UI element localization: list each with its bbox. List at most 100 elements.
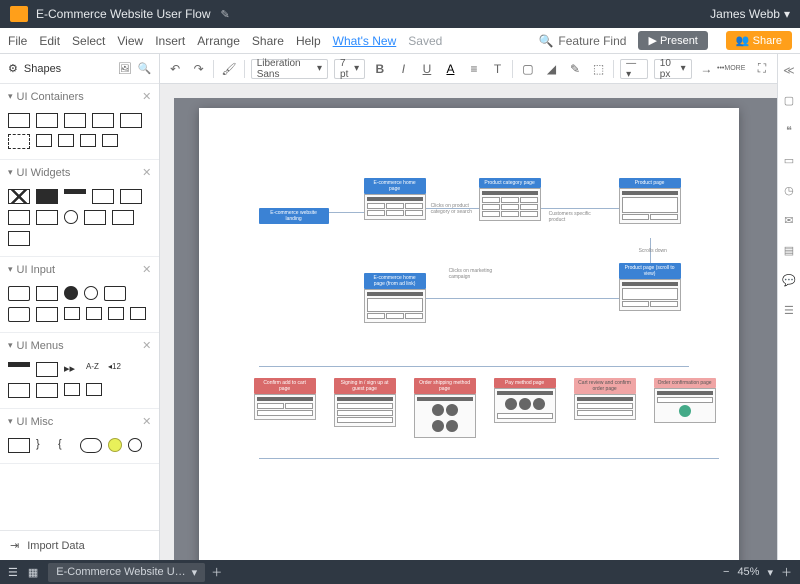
image-icon[interactable]: 🖼 — [118, 62, 132, 75]
shape[interactable] — [86, 307, 102, 320]
wireframe[interactable] — [479, 188, 541, 221]
folder-icon[interactable] — [10, 6, 28, 22]
shape[interactable] — [64, 286, 78, 300]
shape[interactable] — [8, 134, 30, 149]
flow-label[interactable]: Order confirmation page — [654, 378, 716, 388]
flow-label[interactable]: E-commerce website landing — [259, 208, 329, 224]
flow-label[interactable]: Product page — [619, 178, 681, 188]
flow-label[interactable]: Confirm add to cart page — [254, 378, 316, 394]
shape[interactable] — [36, 113, 58, 128]
wireframe[interactable] — [654, 388, 716, 423]
flow-label[interactable]: Cart review and confirm order page — [574, 378, 636, 394]
shape[interactable] — [8, 113, 30, 128]
present-icon[interactable]: ▭ — [781, 152, 797, 168]
shape[interactable] — [8, 362, 30, 367]
shape[interactable] — [84, 286, 98, 300]
search-icon[interactable]: 🔍 — [138, 62, 152, 75]
close-icon[interactable]: ✕ — [142, 166, 151, 179]
bold-button[interactable]: B — [371, 59, 389, 79]
zoom-level[interactable]: 45% — [737, 566, 759, 578]
wireframe[interactable] — [414, 394, 476, 438]
shape[interactable] — [36, 307, 58, 322]
close-icon[interactable]: ✕ — [142, 263, 151, 276]
shape[interactable] — [36, 189, 58, 204]
menu-insert[interactable]: Insert — [155, 34, 185, 48]
zoom-in-button[interactable]: ＋ — [781, 564, 792, 580]
underline-button[interactable]: U — [418, 59, 436, 79]
fill-button[interactable]: ▢ — [519, 59, 537, 79]
arrow-button[interactable]: → — [698, 59, 716, 79]
shape[interactable] — [80, 134, 96, 147]
shape[interactable] — [112, 210, 134, 225]
fullscreen-button[interactable]: ⛶ — [753, 59, 771, 79]
line-color-button[interactable]: ✎ — [566, 59, 584, 79]
shape[interactable] — [8, 307, 30, 322]
category-header[interactable]: ▾UI Misc✕ — [0, 409, 159, 434]
close-icon[interactable]: ✕ — [142, 415, 151, 428]
doc-title[interactable]: E-Commerce Website User Flow — [36, 7, 210, 21]
flow-label[interactable]: Signing in / sign up at guest page — [334, 378, 396, 394]
align-button[interactable]: ≡ — [465, 59, 483, 79]
grid-view-icon[interactable]: ▦ — [28, 566, 38, 579]
menu-select[interactable]: Select — [72, 34, 105, 48]
italic-button[interactable]: I — [395, 59, 413, 79]
menu-help[interactable]: Help — [296, 34, 321, 48]
text-options-button[interactable]: T — [489, 59, 507, 79]
category-header[interactable]: ▾UI Containers✕ — [0, 84, 159, 109]
line-width-select[interactable]: 10 px ▾ — [654, 59, 692, 79]
shape[interactable] — [36, 210, 58, 225]
shape[interactable] — [104, 286, 126, 301]
shape[interactable] — [84, 210, 106, 225]
shape[interactable] — [102, 134, 118, 147]
flow-label[interactable]: Order shipping method page — [414, 378, 476, 394]
shape[interactable] — [58, 134, 74, 147]
category-header[interactable]: ▾UI Menus✕ — [0, 333, 159, 358]
shape[interactable] — [8, 286, 30, 301]
page[interactable]: E-commerce website landing E-commerce ho… — [199, 108, 739, 560]
list-view-icon[interactable]: ☰ — [8, 566, 18, 579]
shape[interactable] — [36, 383, 58, 398]
shape[interactable] — [8, 210, 30, 225]
shape[interactable] — [8, 189, 30, 204]
shape[interactable] — [120, 189, 142, 204]
shape-options-button[interactable]: ⬚ — [590, 59, 608, 79]
canvas[interactable]: E-commerce website landing E-commerce ho… — [160, 84, 776, 560]
close-icon[interactable]: ✕ — [142, 90, 151, 103]
shape[interactable]: ◂12 — [108, 362, 124, 375]
undo-button[interactable]: ↶ — [166, 59, 184, 79]
shape[interactable] — [80, 438, 102, 453]
wireframe[interactable] — [334, 394, 396, 427]
font-select[interactable]: Liberation Sans ▾ — [251, 59, 328, 79]
add-page-button[interactable]: ＋ — [211, 564, 222, 580]
category-header[interactable]: ▾UI Widgets✕ — [0, 160, 159, 185]
paint-button[interactable]: 🖌 — [220, 59, 238, 79]
notes-icon[interactable]: ☰ — [781, 302, 797, 318]
flow-label[interactable]: Pay method page — [494, 378, 556, 388]
comment-icon[interactable]: ❝ — [781, 122, 797, 138]
import-data-button[interactable]: ⇥Import Data — [0, 530, 159, 560]
flow-label[interactable]: E-commerce home page — [364, 178, 426, 194]
wireframe[interactable] — [494, 388, 556, 423]
flow-label[interactable]: Product page (scroll to view) — [619, 263, 681, 279]
menu-file[interactable]: File — [8, 34, 27, 48]
zoom-out-button[interactable]: − — [723, 566, 729, 578]
shape[interactable] — [108, 438, 122, 452]
menu-arrange[interactable]: Arrange — [197, 34, 240, 48]
shape[interactable] — [36, 134, 52, 147]
shape[interactable] — [64, 383, 80, 396]
shape[interactable] — [128, 438, 142, 452]
menu-edit[interactable]: Edit — [39, 34, 60, 48]
shape[interactable] — [36, 286, 58, 301]
layers-icon[interactable]: ▤ — [781, 242, 797, 258]
page-tab[interactable]: E-Commerce Website U…▾ — [48, 563, 205, 582]
shape[interactable] — [64, 210, 78, 224]
text-color-button[interactable]: A — [442, 59, 460, 79]
user-menu[interactable]: James Webb▾ — [710, 7, 790, 21]
shape[interactable] — [120, 113, 142, 128]
flow-label[interactable]: E-commerce home page (from ad link) — [364, 273, 426, 289]
expand-icon[interactable]: ≪ — [781, 62, 797, 78]
shape[interactable]: } — [36, 438, 52, 451]
shape[interactable] — [92, 113, 114, 128]
flow-label[interactable]: Product category page — [479, 178, 541, 188]
present-button[interactable]: ▶ Present — [638, 31, 707, 50]
